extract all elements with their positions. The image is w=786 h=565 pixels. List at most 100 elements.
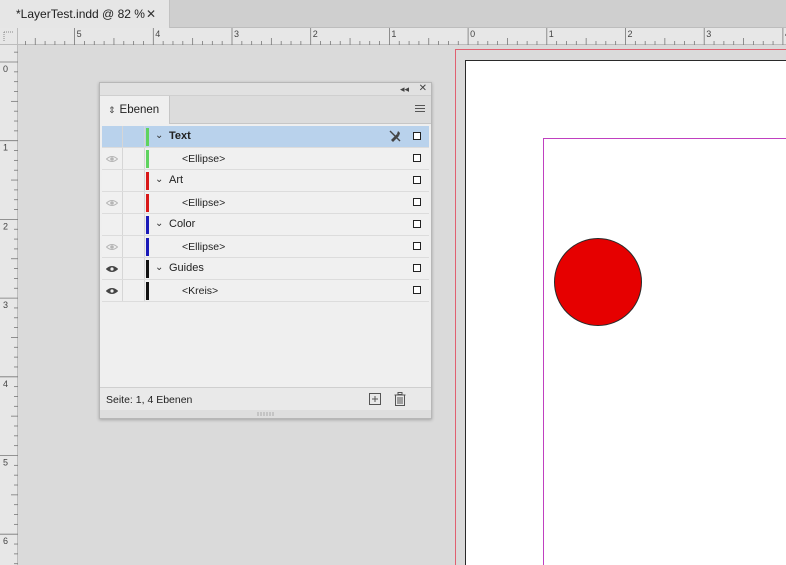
sublayer-row[interactable]: <Kreis> (102, 280, 429, 302)
sublayer-name: <Ellipse> (182, 197, 226, 209)
visibility-toggle[interactable] (102, 280, 123, 301)
ruler-label: 0 (3, 64, 8, 74)
select-square[interactable] (413, 176, 421, 184)
layer-color-bar (146, 172, 149, 190)
lock-toggle[interactable] (123, 236, 145, 257)
tab-label: Ebenen (119, 104, 160, 116)
chevron-down-icon[interactable]: ⌄ (155, 174, 163, 186)
lock-toggle[interactable] (123, 280, 145, 301)
ruler-label: 3 (3, 300, 8, 310)
eye-icon (106, 199, 118, 206)
layer-list: ⌄ Text <Ellipse> ⌄ Art <Ellipse> ⌄ Color… (102, 126, 429, 302)
sublayer-row[interactable]: <Ellipse> (102, 192, 429, 214)
pen-crossed-icon[interactable] (388, 129, 402, 143)
chevron-down-icon[interactable]: ⌄ (155, 262, 163, 274)
layer-row-color[interactable]: ⌄ Color (102, 214, 429, 236)
select-square[interactable] (413, 154, 421, 162)
visibility-toggle[interactable] (102, 126, 123, 147)
visibility-toggle[interactable] (102, 236, 123, 257)
up-down-arrows-icon: ⇕ (108, 104, 116, 115)
select-square[interactable] (413, 286, 421, 294)
layer-name: Text (169, 130, 191, 142)
red-circle-shape[interactable] (554, 238, 642, 326)
layer-row-guides[interactable]: ⌄ Guides (102, 258, 429, 280)
grip-icon (257, 412, 273, 416)
collapse-panel-icon[interactable]: ◂◂ (400, 83, 409, 95)
new-layer-icon[interactable] (369, 393, 381, 405)
margin-guide (543, 138, 786, 565)
layer-color-bar (146, 282, 149, 300)
lock-toggle[interactable] (123, 214, 145, 235)
sublayer-name: <Kreis> (182, 285, 219, 297)
document-tab-title: *LayerTest.indd @ 82 % (16, 7, 145, 21)
trash-icon[interactable] (394, 392, 406, 406)
panel-titlebar[interactable]: ◂◂ ✕ (100, 83, 431, 96)
close-panel-icon[interactable]: ✕ (419, 83, 427, 95)
ruler-label: 3 (706, 29, 711, 39)
select-square[interactable] (413, 198, 421, 206)
eye-icon (106, 287, 118, 294)
panel-tab-row: ⇕ Ebenen (100, 96, 431, 124)
eye-icon (106, 265, 118, 272)
ruler-label: 1 (391, 29, 396, 39)
document-tab-bar: *LayerTest.indd @ 82 % ✕ (0, 0, 786, 28)
ruler-origin-icon (3, 31, 14, 42)
sublayer-name: <Ellipse> (182, 153, 226, 165)
lock-toggle[interactable] (123, 126, 145, 147)
layer-row-art[interactable]: ⌄ Art (102, 170, 429, 192)
sublayer-row[interactable]: <Ellipse> (102, 236, 429, 258)
ruler-label: 2 (3, 221, 8, 231)
ruler-label: 5 (77, 29, 82, 39)
chevron-down-icon[interactable]: ⌄ (155, 218, 163, 230)
sublayer-name: <Ellipse> (182, 241, 226, 253)
ruler-label: 2 (628, 29, 633, 39)
select-square[interactable] (413, 220, 421, 228)
layer-name: Art (169, 174, 184, 186)
horizontal-ruler[interactable]: 5432101234 (18, 28, 786, 45)
document-tab[interactable]: *LayerTest.indd @ 82 % ✕ (0, 0, 170, 28)
ruler-label: 1 (3, 143, 8, 153)
ruler-origin[interactable] (0, 28, 18, 45)
ruler-label: 6 (3, 536, 8, 546)
layer-color-bar (146, 260, 149, 278)
ruler-label: 4 (155, 29, 160, 39)
panel-menu-icon[interactable] (415, 105, 425, 114)
visibility-toggle[interactable] (102, 258, 123, 279)
select-square[interactable] (413, 132, 421, 140)
select-square[interactable] (413, 264, 421, 272)
visibility-toggle[interactable] (102, 214, 123, 235)
layers-panel: ◂◂ ✕ ⇕ Ebenen ⌄ Text <Ellipse> ⌄ Art <El… (99, 82, 432, 419)
panel-resize-grip[interactable] (100, 410, 431, 418)
page-layer-status: Seite: 1, 4 Ebenen (106, 394, 193, 406)
layer-color-bar (146, 216, 149, 234)
lock-toggle[interactable] (123, 192, 145, 213)
ruler-label: 1 (549, 29, 554, 39)
vertical-ruler[interactable]: 0 1 2 3 4 5 6 (0, 45, 18, 565)
visibility-toggle[interactable] (102, 170, 123, 191)
lock-toggle[interactable] (123, 148, 145, 169)
layer-row-text[interactable]: ⌄ Text (102, 126, 429, 148)
ruler-label: 4 (3, 379, 8, 389)
layer-name: Color (169, 218, 196, 230)
chevron-down-icon[interactable]: ⌄ (155, 130, 163, 142)
layer-color-bar (146, 150, 149, 168)
eye-icon (106, 243, 118, 250)
eye-icon (106, 155, 118, 162)
ruler-label: 2 (313, 29, 318, 39)
select-square[interactable] (413, 242, 421, 250)
tab-ebenen[interactable]: ⇕ Ebenen (100, 96, 170, 124)
visibility-toggle[interactable] (102, 192, 123, 213)
layer-color-bar (146, 238, 149, 256)
layer-name: Guides (169, 262, 204, 274)
ruler-label: 3 (234, 29, 239, 39)
visibility-toggle[interactable] (102, 148, 123, 169)
layer-color-bar (146, 194, 149, 212)
panel-footer: Seite: 1, 4 Ebenen (100, 387, 431, 411)
layer-color-bar (146, 128, 149, 146)
lock-toggle[interactable] (123, 170, 145, 191)
ruler-label: 0 (470, 29, 475, 39)
close-icon[interactable]: ✕ (146, 7, 156, 21)
lock-toggle[interactable] (123, 258, 145, 279)
ruler-label: 5 (3, 458, 8, 468)
sublayer-row[interactable]: <Ellipse> (102, 148, 429, 170)
